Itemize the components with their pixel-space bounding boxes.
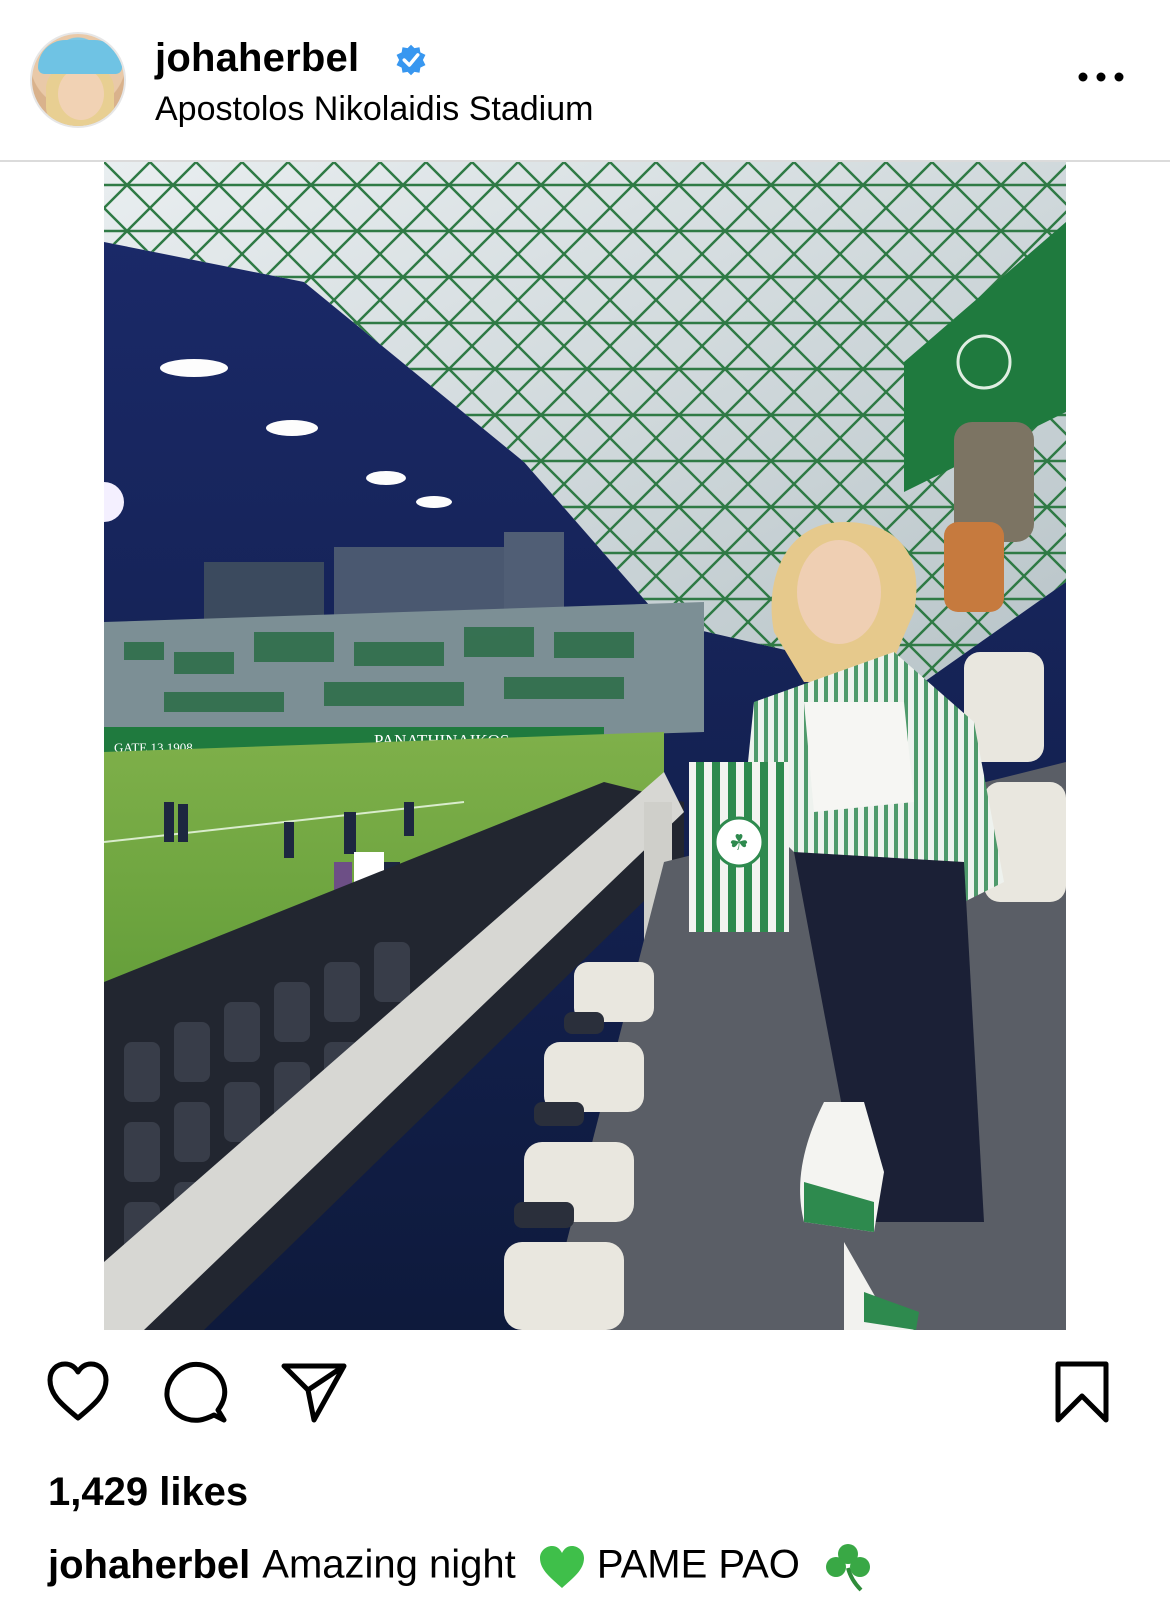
like-icon[interactable] xyxy=(44,1360,112,1424)
post-actions xyxy=(0,1360,1170,1440)
svg-text:☘: ☘ xyxy=(729,830,749,855)
post-username[interactable]: johaherbel xyxy=(155,36,359,81)
shamrock-icon xyxy=(826,1544,871,1592)
comment-icon[interactable] xyxy=(162,1360,228,1426)
caption-username[interactable]: johaherbel xyxy=(48,1543,250,1587)
save-icon[interactable] xyxy=(1054,1360,1110,1424)
likes-count[interactable]: 1,429 likes xyxy=(48,1470,248,1515)
post-photo[interactable]: PANATHINAIKOS GATE 13 1908 xyxy=(104,162,1066,1330)
stadium-photo: PANATHINAIKOS GATE 13 1908 xyxy=(104,162,1066,1330)
avatar[interactable] xyxy=(30,32,126,128)
share-icon[interactable] xyxy=(280,1360,348,1424)
more-options-icon[interactable] xyxy=(1075,64,1135,90)
post-location[interactable]: Apostolos Nikolaidis Stadium xyxy=(155,90,593,129)
post-caption: johaherbel Amazing night PAME PAO xyxy=(48,1540,875,1594)
post-header: johaherbel Apostolos Nikolaidis Stadium xyxy=(0,0,1170,162)
caption-text-after: PAME PAO xyxy=(596,1542,800,1587)
green-heart-icon xyxy=(539,1546,584,1588)
verified-badge-icon xyxy=(396,44,426,76)
caption-text-before: Amazing night xyxy=(262,1542,516,1587)
